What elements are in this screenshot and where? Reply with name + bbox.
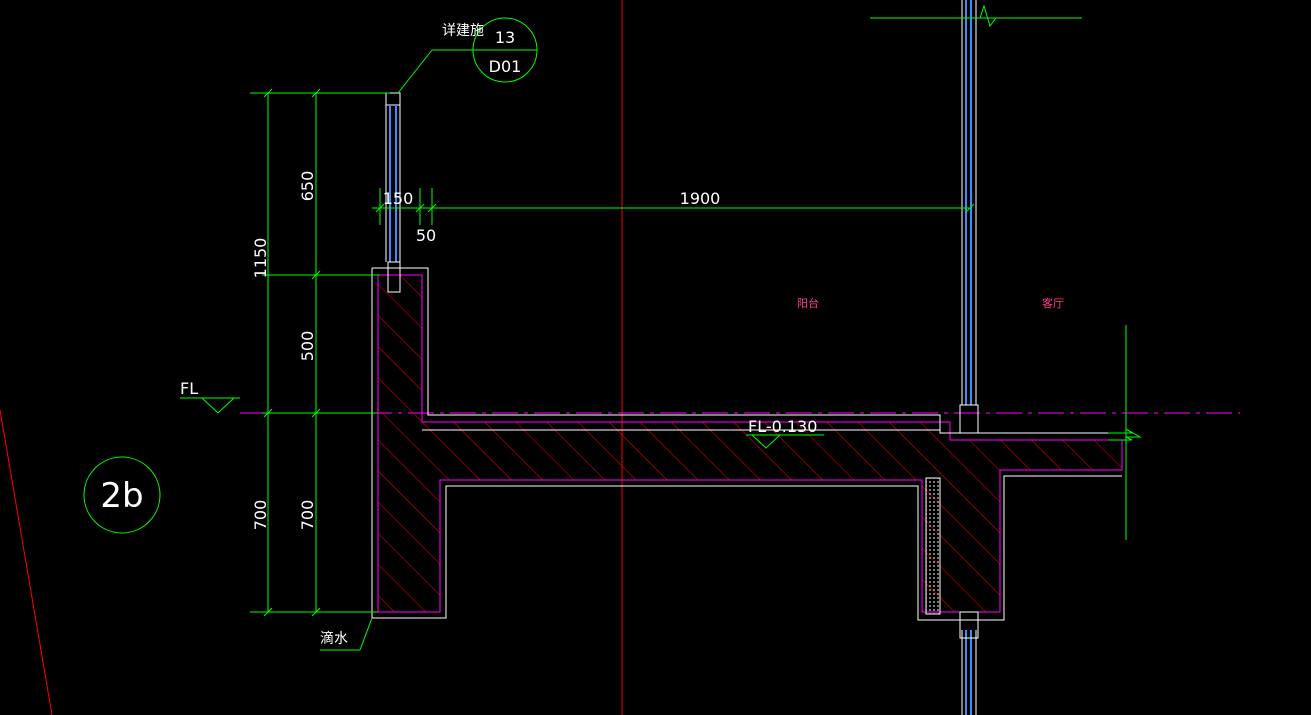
dim-total-height: 1150	[251, 238, 270, 279]
dim-gap: 50	[416, 226, 436, 245]
room-label-balcony: 阳台	[797, 296, 819, 310]
dim-upper-height: 650	[298, 171, 317, 202]
dim-lower-height-outer: 700	[251, 500, 270, 531]
section-marker-text: 2b	[100, 476, 143, 516]
dim-lower-height-inner: 700	[298, 500, 317, 531]
dim-mid-height: 500	[298, 331, 317, 362]
floor-level-label: FL	[180, 379, 198, 398]
break-mark-top	[968, 4, 1008, 28]
room-label-living-room: 客厅	[1042, 296, 1064, 310]
drip-note-label: 滴水	[320, 630, 348, 647]
detail-reference-label: 详建施	[442, 23, 484, 39]
break-mark	[1108, 428, 1142, 441]
detail-reference-sheet: D01	[489, 57, 522, 76]
dim-wall-thickness: 150	[383, 189, 414, 208]
balcony-floor-level-label: FL-0.130	[748, 417, 817, 436]
detail-reference-number: 13	[495, 28, 515, 47]
dim-balcony-depth: 1900	[680, 189, 721, 208]
parapet-section	[371, 267, 1123, 621]
cad-drawing-canvas: 详建施 13 D01 2b 1150 650 500 700 700 150 5…	[0, 0, 1240, 715]
